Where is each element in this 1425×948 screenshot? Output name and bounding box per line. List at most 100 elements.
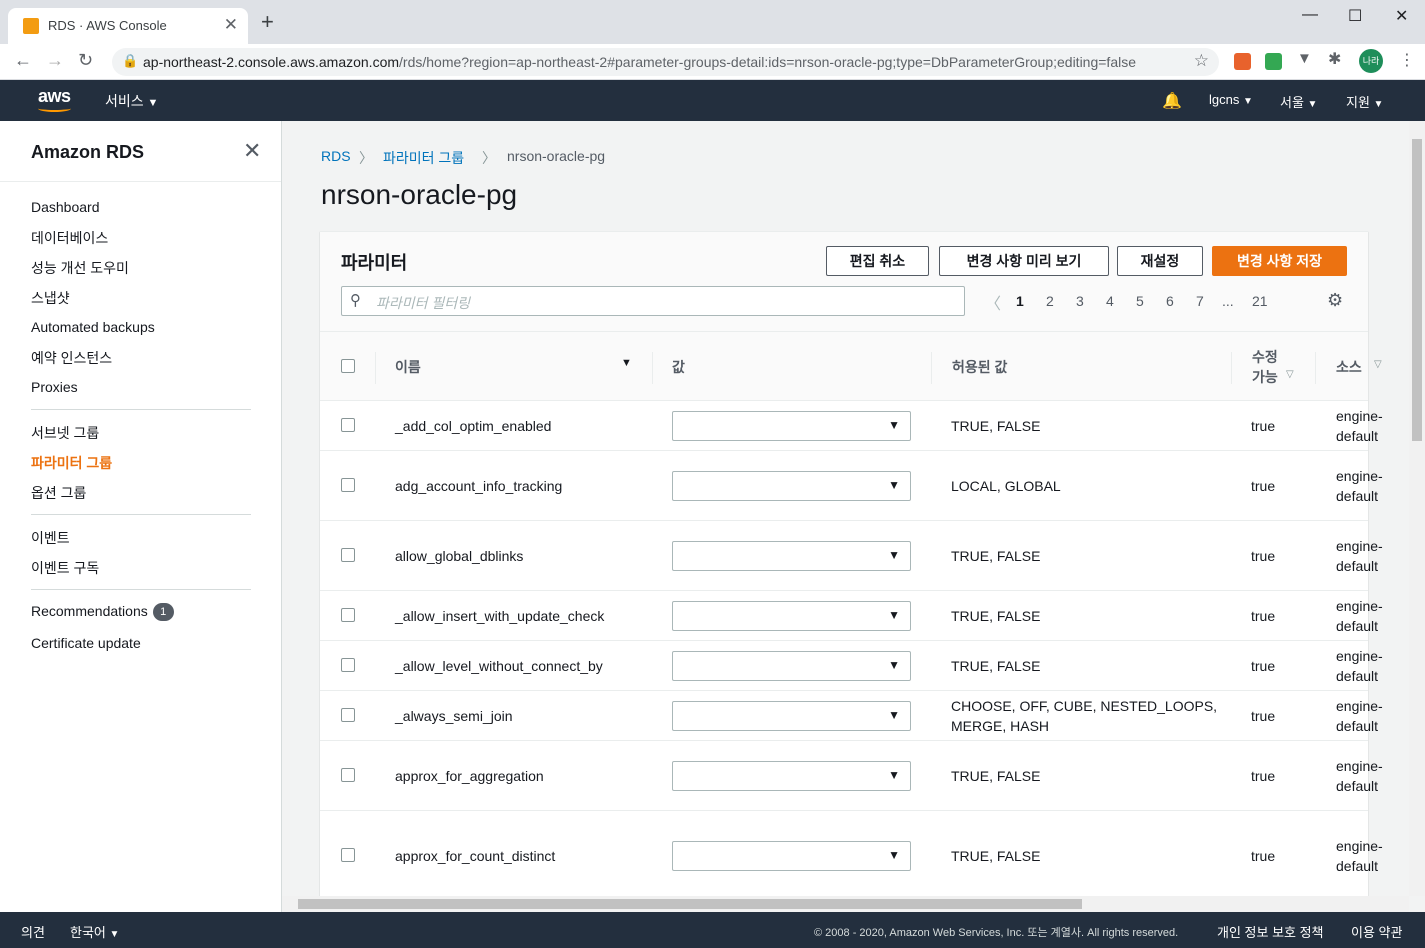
language-selector[interactable]: 한국어 ▼ xyxy=(70,922,119,941)
page-3[interactable]: 3 xyxy=(1076,293,1084,309)
extensions-puzzle-icon[interactable]: ✱ xyxy=(1328,49,1345,68)
extension-v-icon[interactable]: ▼ xyxy=(1297,50,1314,67)
parameter-name: _allow_insert_with_update_check xyxy=(395,608,605,624)
horizontal-scroll-thumb[interactable] xyxy=(298,899,1082,909)
forward-icon[interactable]: → xyxy=(46,50,64,71)
extension-green-icon[interactable] xyxy=(1265,53,1282,70)
dropdown-arrow-icon: ▼ xyxy=(888,658,900,672)
source-line2: default xyxy=(1336,558,1379,574)
vertical-scrollbar[interactable] xyxy=(1409,121,1425,896)
table-row: approx_for_aggregation ▼ TRUE, FALSE tru… xyxy=(320,741,1383,811)
row-checkbox[interactable] xyxy=(341,848,355,862)
parameter-name: allow_global_dblinks xyxy=(395,548,524,564)
reset-button[interactable]: 재설정 xyxy=(1117,246,1203,276)
bell-icon[interactable]: 🔔 xyxy=(1162,91,1182,111)
table-row: approx_for_count_distinct ▼ TRUE, FALSE … xyxy=(320,811,1383,896)
value-select[interactable]: ▼ xyxy=(672,841,911,871)
new-tab-icon[interactable]: + xyxy=(261,11,274,33)
reload-icon[interactable]: ↻ xyxy=(78,50,93,71)
row-checkbox[interactable] xyxy=(341,768,355,782)
source-line2: default xyxy=(1336,718,1379,734)
caret-down-icon: ▼ xyxy=(147,97,159,109)
address-bar[interactable]: 🔒 ap-northeast-2.console.aws.amazon.com/… xyxy=(112,48,1219,76)
sidebar-item-proxies[interactable]: Proxies xyxy=(31,379,78,395)
sidebar-item-event-subscriptions[interactable]: 이벤트 구독 xyxy=(31,558,99,578)
settings-gear-icon[interactable]: ⚙ xyxy=(1327,290,1343,311)
row-checkbox[interactable] xyxy=(341,478,355,492)
cancel-edit-button[interactable]: 편집 취소 xyxy=(826,246,929,276)
value-select[interactable]: ▼ xyxy=(672,541,911,571)
prev-page-icon[interactable]: 〈 xyxy=(985,290,1001,314)
sidebar-item-events[interactable]: 이벤트 xyxy=(31,528,70,548)
value-select[interactable]: ▼ xyxy=(672,701,911,731)
sidebar-item-subnet-groups[interactable]: 서브넷 그룹 xyxy=(31,423,99,443)
bookmark-star-icon[interactable]: ☆ xyxy=(1194,51,1209,71)
save-changes-button[interactable]: 변경 사항 저장 xyxy=(1212,246,1347,276)
terms-link[interactable]: 이용 약관 xyxy=(1351,922,1402,941)
aws-logo[interactable]: aws xyxy=(38,86,71,112)
page-21[interactable]: 21 xyxy=(1252,293,1268,309)
table-row: _allow_level_without_connect_by ▼ TRUE, … xyxy=(320,641,1383,691)
row-checkbox[interactable] xyxy=(341,708,355,722)
page-7[interactable]: 7 xyxy=(1196,293,1204,309)
sidebar-item-certificate-update[interactable]: Certificate update xyxy=(31,635,141,651)
select-all-checkbox[interactable] xyxy=(341,359,355,373)
sidebar-item-reserved-instances[interactable]: 예약 인스턴스 xyxy=(31,348,112,368)
profile-avatar[interactable]: 나라 xyxy=(1359,49,1383,73)
vertical-scroll-thumb[interactable] xyxy=(1412,139,1422,441)
sidebar-item-automated-backups[interactable]: Automated backups xyxy=(31,319,155,335)
search-icon: ⚲ xyxy=(350,292,361,309)
extension-ex-icon[interactable] xyxy=(1234,53,1251,70)
row-checkbox[interactable] xyxy=(341,418,355,432)
value-select[interactable]: ▼ xyxy=(672,761,911,791)
support-menu[interactable]: 지원 ▼ xyxy=(1346,92,1383,111)
region-menu[interactable]: 서울 ▼ xyxy=(1280,92,1317,111)
browser-tab[interactable]: RDS · AWS Console ✕ xyxy=(8,8,248,44)
sidebar-item-option-groups[interactable]: 옵션 그룹 xyxy=(31,483,86,503)
value-select[interactable]: ▼ xyxy=(672,471,911,501)
breadcrumb-current: nrson-oracle-pg xyxy=(507,148,606,164)
feedback-link[interactable]: 의견 xyxy=(21,922,45,941)
browser-menu-icon[interactable]: ⋮ xyxy=(1399,50,1415,70)
back-icon[interactable]: ← xyxy=(14,50,32,71)
column-modifiable-line1: 수정 xyxy=(1252,349,1278,365)
page-6[interactable]: 6 xyxy=(1166,293,1174,309)
row-checkbox[interactable] xyxy=(341,548,355,562)
page-5[interactable]: 5 xyxy=(1136,293,1144,309)
horizontal-scrollbar[interactable] xyxy=(282,896,1409,912)
privacy-policy-link[interactable]: 개인 정보 보호 정책 xyxy=(1217,922,1324,941)
parameter-filter-input[interactable]: ⚲ 파라미터 필터링 xyxy=(341,286,965,316)
sort-icon[interactable]: ▽ xyxy=(1374,359,1382,370)
breadcrumb-parameter-groups[interactable]: 파라미터 그룹 xyxy=(383,148,464,168)
column-name[interactable]: 이름 xyxy=(395,357,421,377)
minimize-icon[interactable]: — xyxy=(1302,6,1318,24)
services-menu[interactable]: 서비스 ▼ xyxy=(105,91,158,111)
close-tab-icon[interactable]: ✕ xyxy=(224,15,238,35)
sort-desc-icon[interactable]: ▼ xyxy=(621,357,632,369)
sort-icon[interactable]: ▽ xyxy=(1286,369,1294,380)
sidebar-item-performance-insights[interactable]: 성능 개선 도우미 xyxy=(31,258,129,278)
close-sidebar-icon[interactable]: ✕ xyxy=(243,138,261,164)
value-select[interactable]: ▼ xyxy=(672,601,911,631)
value-select[interactable]: ▼ xyxy=(672,651,911,681)
allowed-values: TRUE, FALSE xyxy=(951,658,1041,674)
page-4[interactable]: 4 xyxy=(1106,293,1114,309)
row-checkbox[interactable] xyxy=(341,608,355,622)
sidebar-item-recommendations[interactable]: Recommendations 1 xyxy=(31,603,174,621)
page-2[interactable]: 2 xyxy=(1046,293,1054,309)
breadcrumb-rds[interactable]: RDS xyxy=(321,148,351,164)
sidebar-item-snapshots[interactable]: 스냅샷 xyxy=(31,288,70,308)
sidebar-item-parameter-groups[interactable]: 파라미터 그룹 xyxy=(31,453,112,473)
account-menu[interactable]: lgcns ▼ xyxy=(1209,92,1253,107)
browser-tab-bar: RDS · AWS Console ✕ + — ☐ ✕ xyxy=(0,0,1425,44)
parameter-name: adg_account_info_tracking xyxy=(395,478,563,494)
close-window-icon[interactable]: ✕ xyxy=(1395,6,1408,26)
sidebar-item-databases[interactable]: 데이터베이스 xyxy=(31,228,108,248)
preview-changes-button[interactable]: 변경 사항 미리 보기 xyxy=(939,246,1109,276)
page-1[interactable]: 1 xyxy=(1016,293,1024,309)
value-select[interactable]: ▼ xyxy=(672,411,911,441)
source-line1: engine- xyxy=(1336,408,1383,424)
maximize-icon[interactable]: ☐ xyxy=(1348,6,1362,26)
row-checkbox[interactable] xyxy=(341,658,355,672)
sidebar-item-dashboard[interactable]: Dashboard xyxy=(31,199,100,215)
